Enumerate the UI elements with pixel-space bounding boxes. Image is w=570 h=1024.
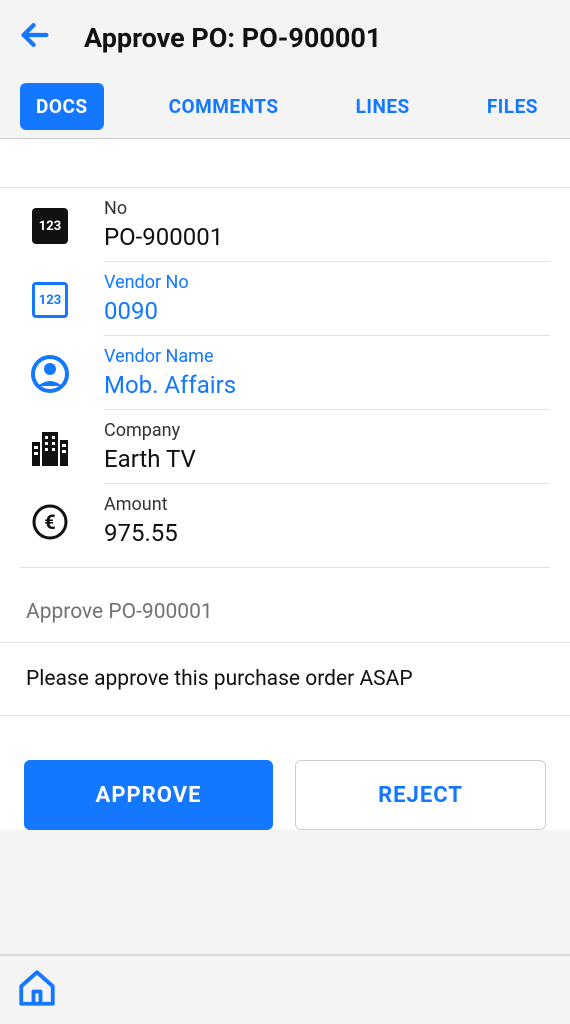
tab-lines[interactable]: LINES bbox=[344, 85, 422, 128]
approval-message: Please approve this purchase order ASAP bbox=[0, 643, 570, 716]
svg-text:€: € bbox=[44, 510, 55, 534]
field-value: PO-900001 bbox=[104, 223, 550, 251]
number-outline-icon: 123 bbox=[28, 278, 72, 322]
bottom-bar bbox=[0, 956, 570, 1024]
home-icon[interactable] bbox=[16, 967, 58, 1013]
content: 123 No PO-900001 123 Vendor No 0090 bbox=[0, 139, 570, 830]
field-label: Amount bbox=[104, 494, 550, 515]
field-no: 123 No PO-900001 bbox=[20, 188, 550, 262]
tab-docs[interactable]: DOCS bbox=[20, 83, 104, 130]
field-vendor-no[interactable]: 123 Vendor No 0090 bbox=[20, 262, 550, 336]
header: Approve PO: PO-900001 bbox=[0, 0, 570, 75]
section-heading: Approve PO-900001 bbox=[0, 568, 570, 643]
field-value: Mob. Affairs bbox=[104, 371, 550, 399]
field-company: Company Earth TV bbox=[20, 410, 550, 484]
back-arrow-icon[interactable] bbox=[18, 18, 52, 58]
tab-comments[interactable]: COMMENTS bbox=[157, 85, 291, 128]
field-value: Earth TV bbox=[104, 445, 550, 473]
page-title: Approve PO: PO-900001 bbox=[84, 22, 381, 54]
field-label: Vendor No bbox=[104, 272, 550, 293]
field-vendor-name[interactable]: Vendor Name Mob. Affairs bbox=[20, 336, 550, 410]
person-icon bbox=[28, 352, 72, 396]
action-buttons: APPROVE REJECT bbox=[0, 716, 570, 830]
tab-files[interactable]: FILES bbox=[475, 85, 550, 128]
field-value: 0090 bbox=[104, 297, 550, 325]
field-label: No bbox=[104, 198, 550, 219]
field-label: Company bbox=[104, 420, 550, 441]
approve-button[interactable]: APPROVE bbox=[24, 760, 273, 830]
field-label: Vendor Name bbox=[104, 346, 550, 367]
reject-button[interactable]: REJECT bbox=[295, 760, 546, 830]
tab-bar: DOCS COMMENTS LINES FILES bbox=[0, 75, 570, 139]
building-icon bbox=[28, 426, 72, 470]
field-amount: € Amount 975.55 bbox=[20, 484, 550, 557]
number-solid-icon: 123 bbox=[28, 204, 72, 248]
field-value: 975.55 bbox=[104, 519, 550, 547]
euro-icon: € bbox=[28, 500, 72, 544]
